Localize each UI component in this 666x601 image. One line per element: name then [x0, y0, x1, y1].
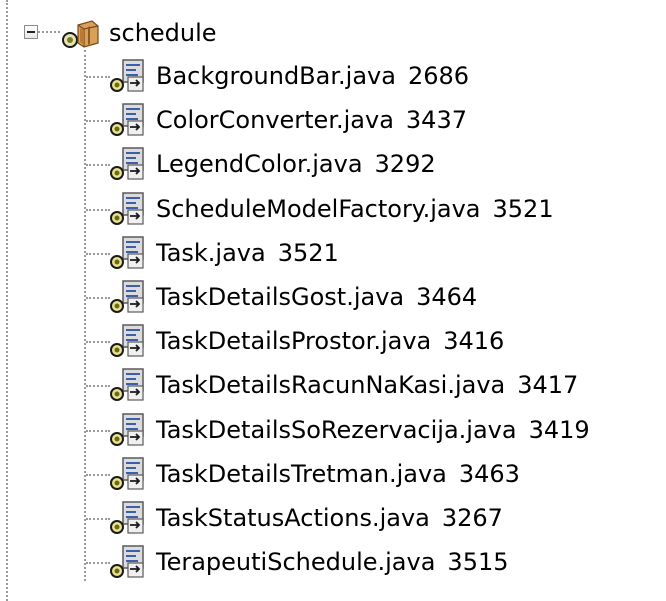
tree-guide-line: [6, 0, 8, 601]
tree-children-line: [84, 50, 86, 581]
java-class-icon: [110, 545, 144, 578]
file-item[interactable]: TaskDetailsTretman.java 3463: [109, 456, 520, 492]
file-size: 3515: [447, 548, 509, 576]
tree-connector: [86, 209, 110, 211]
tree-connector: [86, 253, 110, 255]
file-size: 3417: [517, 371, 579, 399]
tree-connector: [86, 120, 110, 122]
package-label[interactable]: schedule: [109, 15, 217, 51]
file-name: LegendColor.java: [156, 150, 363, 178]
java-class-icon: [110, 280, 144, 313]
tree-connector: [86, 76, 110, 78]
file-name: TaskDetailsTretman.java: [156, 460, 447, 488]
file-name: TerapeutiSchedule.java: [156, 548, 436, 576]
tree-connector: [86, 385, 110, 387]
tree-connector: [86, 518, 110, 520]
file-name: TaskStatusActions.java: [156, 504, 430, 532]
tree-connector: [86, 297, 110, 299]
package-icon: [62, 20, 99, 48]
file-item[interactable]: TaskDetailsGost.java 3464: [109, 279, 477, 315]
file-size: 3419: [528, 416, 590, 444]
tree-connector: [38, 31, 60, 33]
file-size: 3267: [441, 504, 503, 532]
tree-connector: [86, 164, 110, 166]
file-item[interactable]: ColorConverter.java 3437: [109, 102, 467, 138]
file-item[interactable]: BackgroundBar.java 2686: [109, 58, 469, 94]
file-size: 3463: [458, 460, 520, 488]
java-class-icon: [110, 457, 144, 490]
file-size: 3437: [405, 106, 467, 134]
file-name: BackgroundBar.java: [156, 62, 396, 90]
file-name: TaskDetailsGost.java: [156, 283, 405, 311]
file-item[interactable]: TaskDetailsRacunNaKasi.java 3417: [109, 367, 578, 403]
java-class-icon: [110, 501, 144, 534]
java-class-icon: [110, 236, 144, 269]
tree-connector: [86, 430, 110, 432]
file-size: 3521: [277, 239, 339, 267]
file-size: 3521: [492, 195, 554, 223]
java-class-icon: [110, 59, 144, 92]
java-class-icon: [110, 413, 144, 446]
java-class-icon: [110, 324, 144, 357]
file-size: 2686: [407, 62, 470, 90]
java-class-icon: [110, 147, 144, 180]
java-class-icon: [110, 192, 144, 225]
tree-connector: [86, 341, 110, 343]
file-item[interactable]: ScheduleModelFactory.java 3521: [109, 191, 554, 227]
file-name: Task.java: [156, 239, 266, 267]
file-name: TaskDetailsSoRezervacija.java: [156, 416, 517, 444]
file-item[interactable]: TerapeutiSchedule.java 3515: [109, 544, 509, 580]
file-size: 3292: [374, 150, 436, 178]
file-item[interactable]: LegendColor.java 3292: [109, 146, 436, 182]
tree-connector: [86, 474, 110, 476]
file-tree: schedule BackgroundBar.java 2686 ColorCon…: [0, 0, 666, 601]
file-name: TaskDetailsProstor.java: [156, 327, 432, 355]
file-name: TaskDetailsRacunNaKasi.java: [156, 371, 506, 399]
file-name: ScheduleModelFactory.java: [156, 195, 481, 223]
file-item[interactable]: TaskStatusActions.java 3267: [109, 500, 503, 536]
java-class-icon: [110, 368, 144, 401]
file-name: ColorConverter.java: [156, 106, 394, 134]
file-item[interactable]: TaskDetailsProstor.java 3416: [109, 323, 504, 359]
tree-connector: [86, 562, 110, 564]
file-size: 3416: [443, 327, 505, 355]
collapse-toggle[interactable]: [24, 25, 38, 39]
java-class-icon: [110, 103, 144, 136]
file-size: 3464: [416, 283, 478, 311]
file-item[interactable]: Task.java 3521: [109, 235, 339, 271]
file-item[interactable]: TaskDetailsSoRezervacija.java 3419: [109, 412, 590, 448]
